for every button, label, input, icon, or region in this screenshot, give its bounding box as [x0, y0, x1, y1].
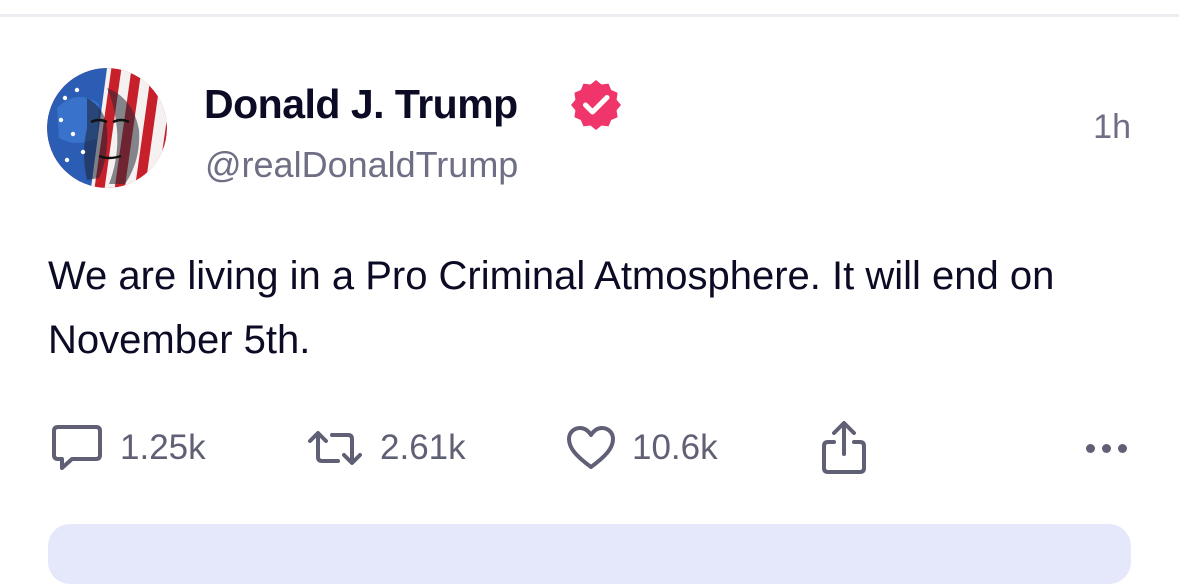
avatar[interactable]: [47, 68, 167, 188]
share-icon: [822, 421, 866, 474]
reply-count: 1.25k: [120, 428, 206, 467]
share-button[interactable]: [818, 420, 870, 476]
heart-icon: [567, 426, 615, 469]
speech-bubble-icon: [52, 425, 102, 470]
like-count: 10.6k: [632, 428, 718, 467]
repost-arrows-icon: [308, 431, 362, 465]
reply-button[interactable]: 1.25k: [50, 420, 206, 476]
retruth-button[interactable]: 2.61k: [306, 420, 466, 476]
like-button[interactable]: 10.6k: [566, 420, 718, 476]
ellipsis-icon: [1086, 443, 1095, 453]
ellipsis-icon: [1102, 443, 1111, 453]
author-handle[interactable]: @realDonaldTrump: [205, 143, 518, 187]
verified-badge-icon: [570, 78, 622, 130]
retruth-count: 2.61k: [380, 428, 466, 467]
top-divider: [0, 14, 1179, 17]
author-display-name[interactable]: Donald J. Trump: [204, 80, 518, 128]
more-options-button[interactable]: [1086, 428, 1127, 468]
post-timestamp[interactable]: 1h: [1093, 106, 1131, 148]
ellipsis-icon: [1118, 443, 1127, 453]
next-card-preview: [48, 524, 1131, 584]
post-text: We are living in a Pro Criminal Atmosphe…: [48, 254, 1055, 362]
